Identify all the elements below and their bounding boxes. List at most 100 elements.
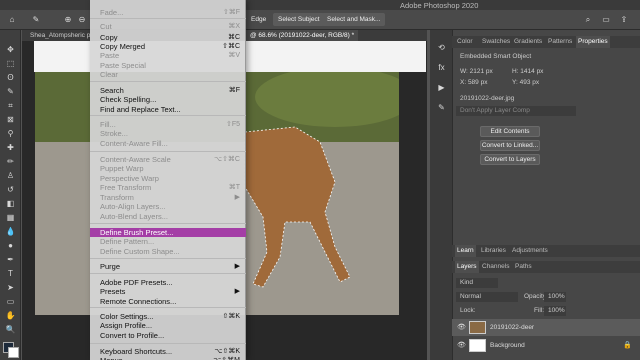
tab-document-2[interactable]: @ 68.6% (20191022-deer, RGB/8) * (246, 30, 359, 41)
healing-tool-icon[interactable]: ✚ (4, 142, 17, 153)
menu-item-define-custom-shape[interactable]: Define Custom Shape... (90, 247, 246, 256)
eraser-tool-icon[interactable]: ◧ (4, 198, 17, 209)
x-field[interactable]: X: 589 px (456, 78, 506, 88)
menu-item-paste[interactable]: Paste ⌘V (90, 51, 246, 60)
menu-item-transform[interactable]: Transform ▶ (90, 193, 246, 202)
tab-learn[interactable]: Learn (455, 245, 476, 257)
tab-swatches[interactable]: Swatches (480, 36, 512, 48)
quick-select-tool-icon[interactable]: ✎ (4, 86, 17, 97)
home-icon[interactable]: ⌂ (6, 14, 18, 25)
menu-item-free-transform[interactable]: Free Transform ⌘T (90, 183, 246, 192)
menu-item-remote-connections[interactable]: Remote Connections... (90, 297, 246, 306)
menu-item-auto-align-layers[interactable]: Auto-Align Layers... (90, 202, 246, 211)
blend-mode-select[interactable]: Normal (456, 292, 518, 302)
brush-settings-icon[interactable]: ✎ (435, 102, 448, 113)
menu-item-clear[interactable]: Clear (90, 70, 246, 79)
rectangle-tool-icon[interactable]: ▭ (4, 296, 17, 307)
tab-patterns[interactable]: Patterns (546, 36, 574, 48)
select-subject-button[interactable]: Select Subject (273, 13, 325, 26)
menu-item-check-spelling[interactable]: Check Spelling... (90, 95, 246, 104)
gradient-tool-icon[interactable]: ▦ (4, 212, 17, 223)
menu-item-auto-blend-layers[interactable]: Auto-Blend Layers... (90, 212, 246, 221)
menu-item-define-brush-preset[interactable]: Define Brush Preset... (90, 228, 246, 237)
quick-selection-icon[interactable]: ✎ (30, 14, 42, 25)
height-field[interactable]: H: 1414 px (508, 67, 558, 77)
tab-channels[interactable]: Channels (480, 261, 511, 273)
visibility-eye-icon[interactable]: 👁 (457, 337, 466, 354)
opacity-field[interactable]: 100% (544, 292, 566, 302)
subtract-selection-icon[interactable]: ⊖ (76, 14, 88, 25)
layer-row-background[interactable]: 👁 Background 🔒 (452, 337, 640, 354)
history-brush-icon[interactable]: ↺ (4, 184, 17, 195)
fx-panel-icon[interactable]: fx (435, 62, 448, 73)
layer-filter-kind[interactable]: Kind (456, 278, 498, 288)
history-panel-icon[interactable]: ⟲ (435, 42, 448, 53)
tab-layers[interactable]: Layers (455, 261, 479, 273)
menu-item-content-aware-scale[interactable]: Content-Aware Scale ⌥⇧⌘C (90, 155, 246, 164)
search-icon[interactable]: ⌕ (582, 14, 594, 25)
share-icon[interactable]: ⇪ (618, 14, 630, 25)
menu-item-define-pattern[interactable]: Define Pattern... (90, 237, 246, 246)
menu-item-shortcut: ⇧⌘K (222, 313, 240, 320)
menu-item-convert-to-profile[interactable]: Convert to Profile... (90, 331, 246, 340)
move-tool-icon[interactable]: ✥ (4, 44, 17, 55)
menu-separator (90, 223, 246, 224)
menu-item-find-and-replace-text[interactable]: Find and Replace Text... (90, 105, 246, 114)
lasso-tool-icon[interactable]: ʘ (4, 72, 17, 83)
layer-name: Background (490, 342, 525, 349)
eyedropper-tool-icon[interactable]: ⚲ (4, 128, 17, 139)
menu-item-menus[interactable]: Menus... ⌥⇧⌘M (90, 356, 246, 360)
tab-document-1[interactable]: Shea_Atompsheric p (26, 30, 94, 41)
menu-item-presets[interactable]: Presets ▶ (90, 287, 246, 296)
menu-item-purge[interactable]: Purge ▶ (90, 262, 246, 271)
menu-item-copy-merged[interactable]: Copy Merged ⇧⌘C (90, 42, 246, 51)
fill-field[interactable]: 100% (544, 306, 566, 316)
dodge-tool-icon[interactable]: ● (4, 240, 17, 251)
zoom-tool-icon[interactable]: 🔍 (4, 324, 17, 335)
tab-gradients[interactable]: Gradients (512, 36, 544, 48)
tab-adjustments[interactable]: Adjustments (510, 245, 550, 257)
tab-libraries[interactable]: Libraries (479, 245, 508, 257)
hand-tool-icon[interactable]: ✋ (4, 310, 17, 321)
menu-item-assign-profile[interactable]: Assign Profile... (90, 321, 246, 330)
actions-panel-icon[interactable]: ▶ (435, 82, 448, 93)
tab-paths[interactable]: Paths (513, 261, 534, 273)
menu-item-fade[interactable]: Fade... ⇧⌘F (90, 8, 246, 17)
select-and-mask-button[interactable]: Select and Mask... (322, 13, 386, 26)
menu-item-color-settings[interactable]: Color Settings... ⇧⌘K (90, 312, 246, 321)
menu-item-paste-special[interactable]: Paste Special (90, 61, 246, 70)
menu-item-puppet-warp[interactable]: Puppet Warp (90, 164, 246, 173)
layer-comp-select[interactable]: Don't Apply Layer Comp (456, 106, 576, 116)
background-color-swatch[interactable] (8, 347, 19, 358)
y-field[interactable]: Y: 493 px (508, 78, 558, 88)
menu-item-keyboard-shortcuts[interactable]: Keyboard Shortcuts... ⌥⇧⌘K (90, 347, 246, 356)
menu-item-copy[interactable]: Copy ⌘C (90, 33, 246, 42)
menu-item-label: Find and Replace Text... (100, 105, 181, 114)
edit-contents-button[interactable]: Edit Contents (480, 126, 540, 137)
width-field[interactable]: W: 2121 px (456, 67, 506, 77)
crop-tool-icon[interactable]: ⌗ (4, 100, 17, 111)
blur-tool-icon[interactable]: 💧 (4, 226, 17, 237)
layer-row-deer[interactable]: 👁 20191022-deer (452, 319, 640, 336)
menu-item-search[interactable]: Search ⌘F (90, 86, 246, 95)
stamp-tool-icon[interactable]: ♙ (4, 170, 17, 181)
menu-item-cut[interactable]: Cut ⌘X (90, 22, 246, 31)
type-tool-icon[interactable]: T (4, 268, 17, 279)
menu-item-stroke[interactable]: Stroke... (90, 129, 246, 138)
convert-to-layers-button[interactable]: Convert to Layers (480, 154, 540, 165)
tab-properties[interactable]: Properties (576, 36, 610, 48)
menu-item-content-aware-fill[interactable]: Content-Aware Fill... (90, 139, 246, 148)
pen-tool-icon[interactable]: ✒ (4, 254, 17, 265)
brush-tool-icon[interactable]: ✏ (4, 156, 17, 167)
workspace-icon[interactable]: ▭ (600, 14, 612, 25)
path-select-icon[interactable]: ➤ (4, 282, 17, 293)
tab-color[interactable]: Color (455, 36, 475, 48)
menu-item-perspective-warp[interactable]: Perspective Warp (90, 174, 246, 183)
visibility-eye-icon[interactable]: 👁 (457, 319, 466, 336)
menu-item-adobe-pdf-presets[interactable]: Adobe PDF Presets... (90, 278, 246, 287)
convert-to-linked-button[interactable]: Convert to Linked... (480, 140, 540, 151)
menu-item-fill[interactable]: Fill... ⇧F5 (90, 120, 246, 129)
frame-tool-icon[interactable]: ⊠ (4, 114, 17, 125)
add-selection-icon[interactable]: ⊕ (62, 14, 74, 25)
marquee-tool-icon[interactable]: ⬚ (4, 58, 17, 69)
